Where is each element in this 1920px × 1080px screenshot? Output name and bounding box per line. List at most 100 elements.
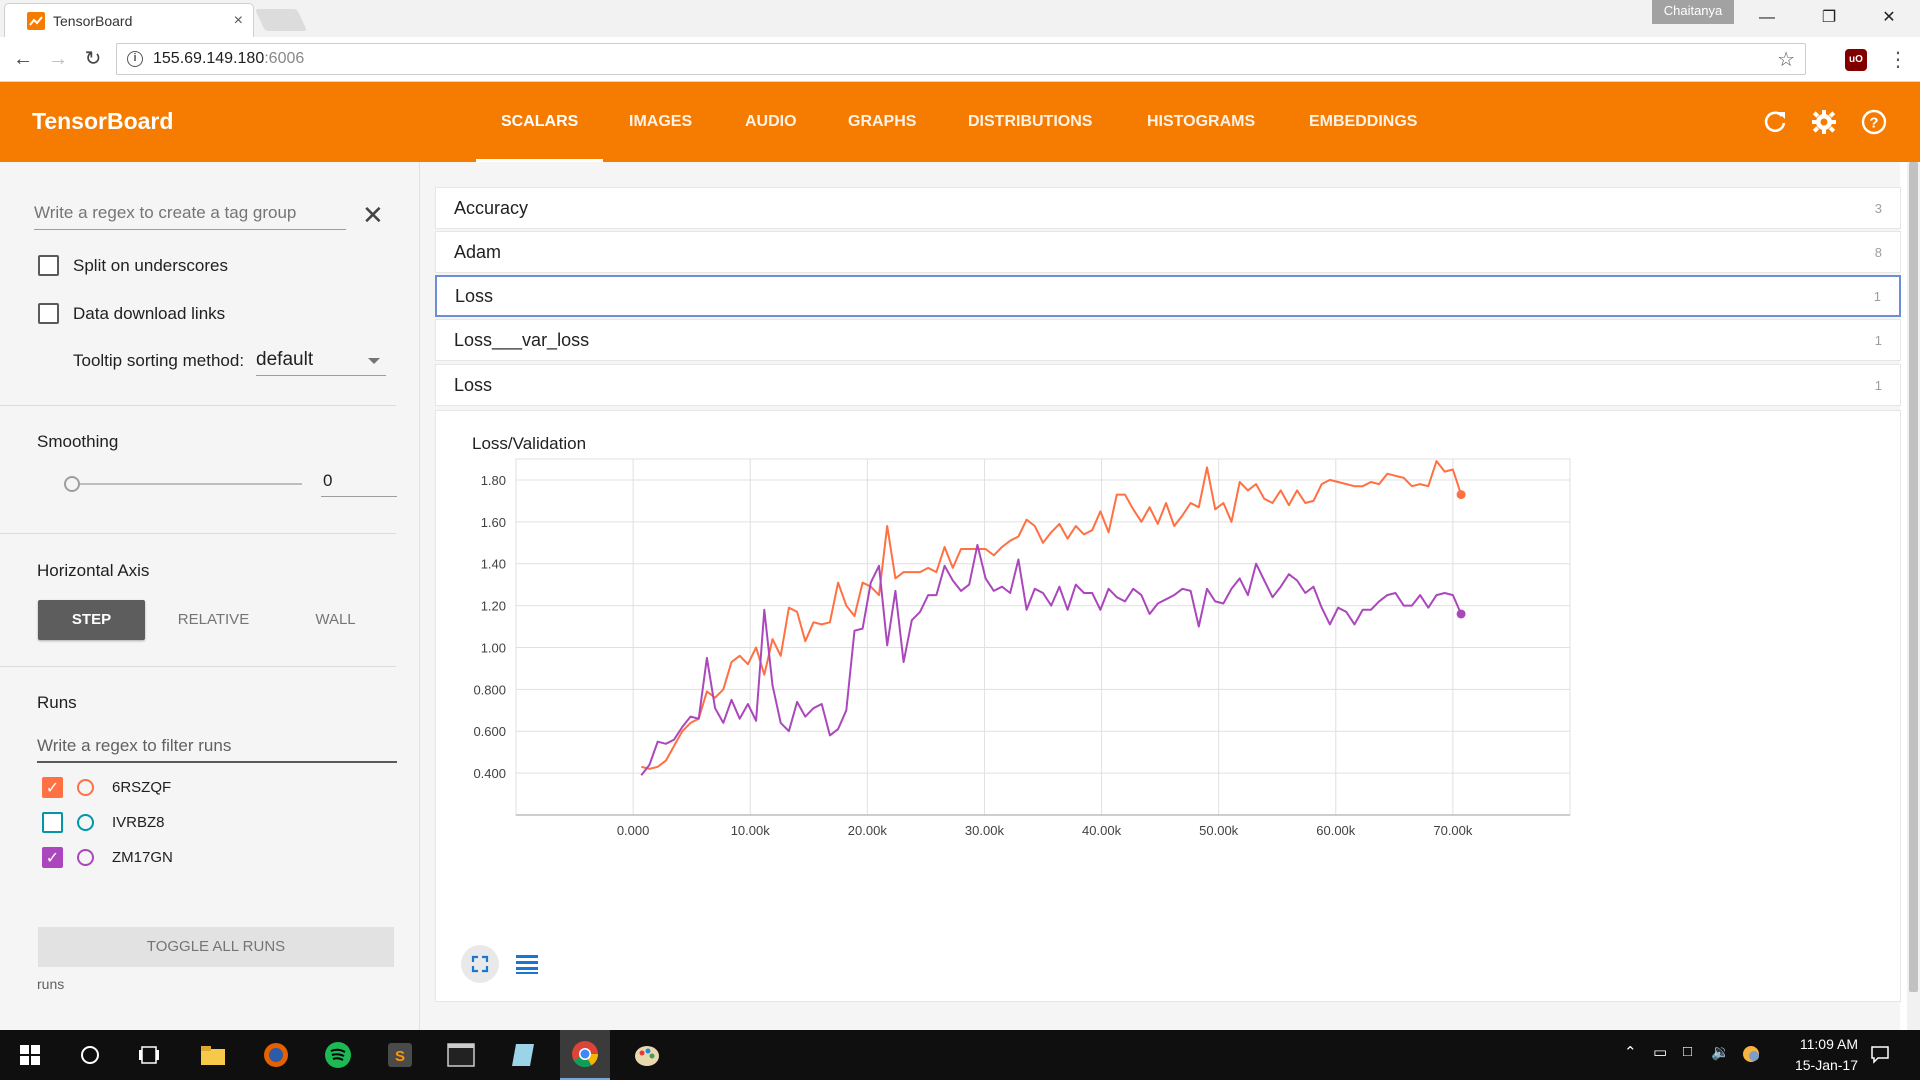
bookmark-star-icon[interactable]: ☆ xyxy=(1777,47,1795,72)
category-name: Loss xyxy=(454,374,493,395)
x-tick-label: 60.00k xyxy=(1316,823,1356,838)
runs-footer-label: runs xyxy=(37,976,65,992)
axis-step-button[interactable]: STEP xyxy=(38,600,145,640)
x-tick-label: 50.00k xyxy=(1199,823,1239,838)
tab-distributions[interactable]: DISTRIBUTIONS xyxy=(943,82,1117,162)
new-tab-button[interactable] xyxy=(254,9,308,31)
network-icon[interactable]: □ xyxy=(1683,1043,1692,1060)
category-loss[interactable]: Loss 1 xyxy=(435,275,1901,317)
system-clock[interactable]: 11:09 AM 15-Jan-17 xyxy=(1768,1034,1858,1076)
y-tick-label: 0.600 xyxy=(473,724,506,739)
y-tick-label: 1.40 xyxy=(481,557,506,572)
x-tick-label: 30.00k xyxy=(965,823,1005,838)
browser-menu-icon[interactable]: ⋮ xyxy=(1888,47,1908,72)
file-explorer-icon[interactable] xyxy=(188,1030,238,1080)
close-window-icon[interactable]: ✕ xyxy=(1874,4,1904,32)
divider xyxy=(0,666,396,667)
run-row-zm17gn[interactable]: ✓ ZM17GN xyxy=(42,847,173,868)
weather-icon[interactable] xyxy=(1742,1045,1760,1067)
y-tick-label: 1.00 xyxy=(481,640,506,655)
split-underscores-option[interactable]: Split on underscores xyxy=(38,255,228,276)
sublime-text-icon[interactable]: S xyxy=(375,1030,425,1080)
volume-icon[interactable]: 🔉 xyxy=(1711,1043,1730,1061)
scrollbar-thumb[interactable] xyxy=(1909,162,1918,992)
site-info-icon[interactable]: i xyxy=(127,51,143,67)
run-checkbox-zm17gn[interactable]: ✓ xyxy=(42,847,63,868)
windows-start-icon[interactable] xyxy=(5,1030,55,1080)
category-loss-2[interactable]: Loss 1 xyxy=(435,364,1901,406)
page-scrollbar[interactable] xyxy=(1907,162,1920,1030)
clear-regex-icon[interactable]: ✕ xyxy=(362,200,384,231)
split-underscores-checkbox[interactable] xyxy=(38,255,59,276)
run-checkbox-6rszqf[interactable]: ✓ xyxy=(42,777,63,798)
notes-app-icon[interactable] xyxy=(498,1030,548,1080)
tab-embeddings[interactable]: EMBEDDINGS xyxy=(1284,82,1442,162)
forward-icon[interactable]: → xyxy=(43,44,73,74)
clock-date: 15-Jan-17 xyxy=(1794,1057,1858,1073)
tab-audio[interactable]: AUDIO xyxy=(720,82,822,162)
run-row-ivrbz8[interactable]: IVRBZ8 xyxy=(42,812,165,833)
back-icon[interactable]: ← xyxy=(8,44,38,74)
axis-relative-button[interactable]: RELATIVE xyxy=(160,600,267,640)
minimize-icon[interactable]: — xyxy=(1752,4,1782,32)
tab-graphs[interactable]: GRAPHS xyxy=(823,82,941,162)
x-tick-label: 0.000 xyxy=(617,823,650,838)
paint-app-icon[interactable] xyxy=(622,1030,672,1080)
reload-icon[interactable]: ↻ xyxy=(78,44,108,74)
restore-icon[interactable]: ❐ xyxy=(1814,4,1844,32)
series-line-zm17gn xyxy=(640,543,1463,776)
download-links-label: Data download links xyxy=(73,303,226,323)
y-tick-label: 0.400 xyxy=(473,766,506,781)
tab-histograms[interactable]: HISTOGRAMS xyxy=(1122,82,1280,162)
spotify-icon[interactable] xyxy=(313,1030,363,1080)
loss-validation-chart[interactable]: 0.000 10.00k 20.00k 30.00k 40.00k 50.00k 60.00… xyxy=(436,411,1902,1003)
tray-chevron-icon[interactable]: ⌃ xyxy=(1624,1043,1637,1061)
smoothing-slider-knob[interactable] xyxy=(64,476,80,492)
smoothing-slider-track[interactable] xyxy=(72,483,302,485)
action-center-icon[interactable] xyxy=(1870,1044,1890,1068)
smoothing-title: Smoothing xyxy=(37,432,119,451)
expand-chart-button[interactable] xyxy=(461,945,499,983)
axis-wall-button[interactable]: WALL xyxy=(282,600,389,640)
category-accuracy[interactable]: Accuracy 3 xyxy=(435,187,1901,229)
profile-badge[interactable]: Chaitanya xyxy=(1652,0,1734,24)
task-view-icon[interactable] xyxy=(124,1030,174,1080)
category-name: Loss___var_loss xyxy=(454,329,590,350)
run-checkbox-ivrbz8[interactable] xyxy=(42,812,63,833)
chrome-icon[interactable] xyxy=(560,1030,610,1080)
tooltip-sorting-dropdown[interactable]: default xyxy=(256,346,387,376)
plot-frame xyxy=(515,458,1571,816)
refresh-icon[interactable] xyxy=(1762,109,1788,135)
help-icon[interactable]: ? xyxy=(1861,109,1887,135)
terminal-icon[interactable] xyxy=(436,1030,486,1080)
tab-images[interactable]: IMAGES xyxy=(604,82,717,162)
address-bar[interactable]: i 155.69.149.180 :6006 ☆ xyxy=(116,43,1806,75)
browser-tab[interactable]: TensorBoard × xyxy=(4,3,254,37)
tab-title: TensorBoard xyxy=(53,12,133,29)
firefox-icon[interactable] xyxy=(251,1030,301,1080)
battery-icon[interactable]: ▭ xyxy=(1653,1043,1667,1061)
tab-close-icon[interactable]: × xyxy=(234,12,243,30)
data-list-button[interactable] xyxy=(508,945,546,983)
tooltip-sorting-label: Tooltip sorting method: xyxy=(73,351,245,370)
y-tick-label: 1.60 xyxy=(481,515,506,530)
ublock-extension-icon[interactable]: uO xyxy=(1845,49,1867,71)
run-color-circle-icon[interactable] xyxy=(77,849,94,866)
download-links-checkbox[interactable] xyxy=(38,303,59,324)
category-loss-var-loss[interactable]: Loss___var_loss 1 xyxy=(435,319,1901,361)
smoothing-value-input[interactable]: 0 xyxy=(321,467,397,497)
tab-scalars[interactable]: SCALARS xyxy=(476,82,604,162)
runs-title: Runs xyxy=(37,693,77,712)
download-links-option[interactable]: Data download links xyxy=(38,303,225,324)
cortana-search-icon[interactable] xyxy=(65,1030,115,1080)
tooltip-sorting-row: Tooltip sorting method: default xyxy=(73,346,387,376)
url-host: 155.69.149.180 xyxy=(153,50,265,67)
category-adam[interactable]: Adam 8 xyxy=(435,231,1901,273)
toggle-all-runs-button[interactable]: TOGGLE ALL RUNS xyxy=(38,927,394,967)
runs-filter-input[interactable]: Write a regex to filter runs xyxy=(37,733,397,763)
settings-gear-icon[interactable] xyxy=(1811,109,1837,135)
run-color-circle-icon[interactable] xyxy=(77,779,94,796)
tag-group-regex-input[interactable]: Write a regex to create a tag group xyxy=(34,198,346,230)
run-color-circle-icon[interactable] xyxy=(77,814,94,831)
run-row-6rszqf[interactable]: ✓ 6RSZQF xyxy=(42,777,171,798)
